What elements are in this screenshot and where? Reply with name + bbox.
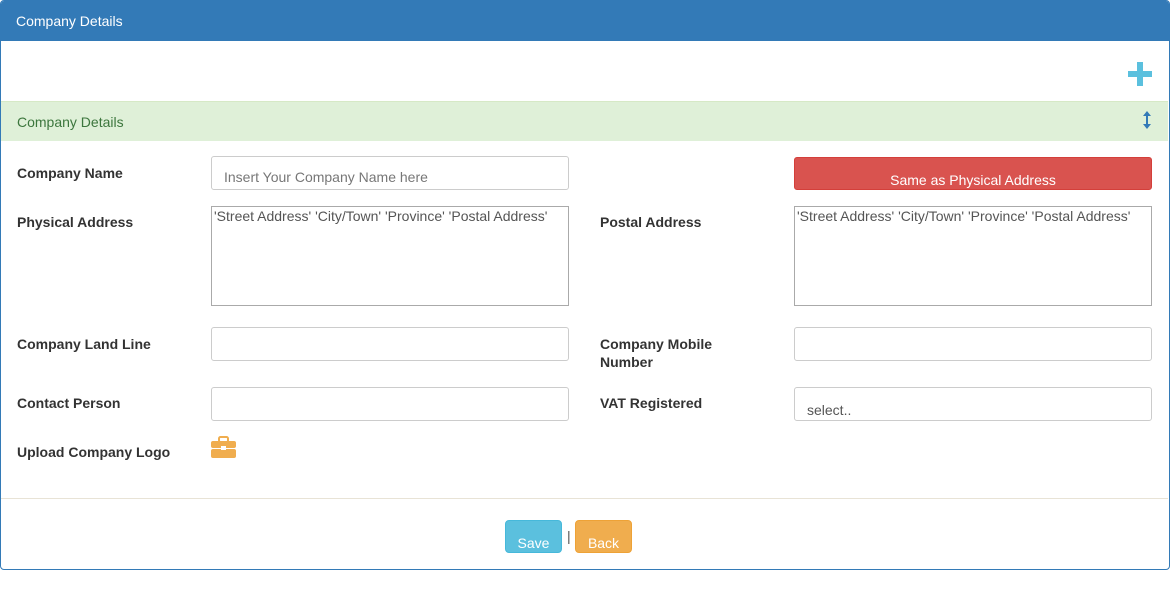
form-container: [1, 141, 1168, 499]
contact-person-input[interactable]: [211, 387, 569, 421]
land-line-input[interactable]: [211, 327, 569, 361]
section-header[interactable]: Company Details: [1, 101, 1168, 141]
vat-registered-select[interactable]: select..: [794, 387, 1152, 421]
mobile-number-label-line2: Number: [600, 354, 653, 370]
mobile-number-label: Company Mobile Number: [600, 335, 712, 371]
land-line-label: Company Land Line: [17, 336, 151, 352]
physical-address-label: Physical Address: [17, 214, 134, 230]
back-button[interactable]: Back: [575, 520, 632, 553]
same-as-physical-address-button[interactable]: Same as Physical Address: [794, 157, 1152, 190]
button-separator: |: [567, 528, 571, 544]
postal-address-textarea[interactable]: 'Street Address' 'City/Town' 'Province' …: [794, 206, 1152, 306]
vat-registered-label: VAT Registered: [600, 395, 703, 411]
company-name-input[interactable]: [211, 156, 569, 190]
contact-person-label: Contact Person: [17, 395, 121, 411]
mobile-number-label-line1: Company Mobile: [600, 336, 713, 352]
upload-logo-label: Upload Company Logo: [17, 444, 171, 460]
save-button[interactable]: Save: [505, 520, 562, 553]
plus-icon[interactable]: [1128, 62, 1152, 86]
company-name-label: Company Name: [17, 165, 123, 181]
physical-address-textarea[interactable]: 'Street Address' 'City/Town' 'Province' …: [211, 206, 569, 306]
panel-title: Company Details: [1, 1, 1169, 41]
section-title: Company Details: [17, 114, 124, 130]
mobile-number-input[interactable]: [794, 327, 1152, 361]
sort-vertical-icon[interactable]: [1142, 111, 1152, 129]
postal-address-label: Postal Address: [600, 214, 702, 230]
briefcase-icon[interactable]: [211, 436, 236, 458]
